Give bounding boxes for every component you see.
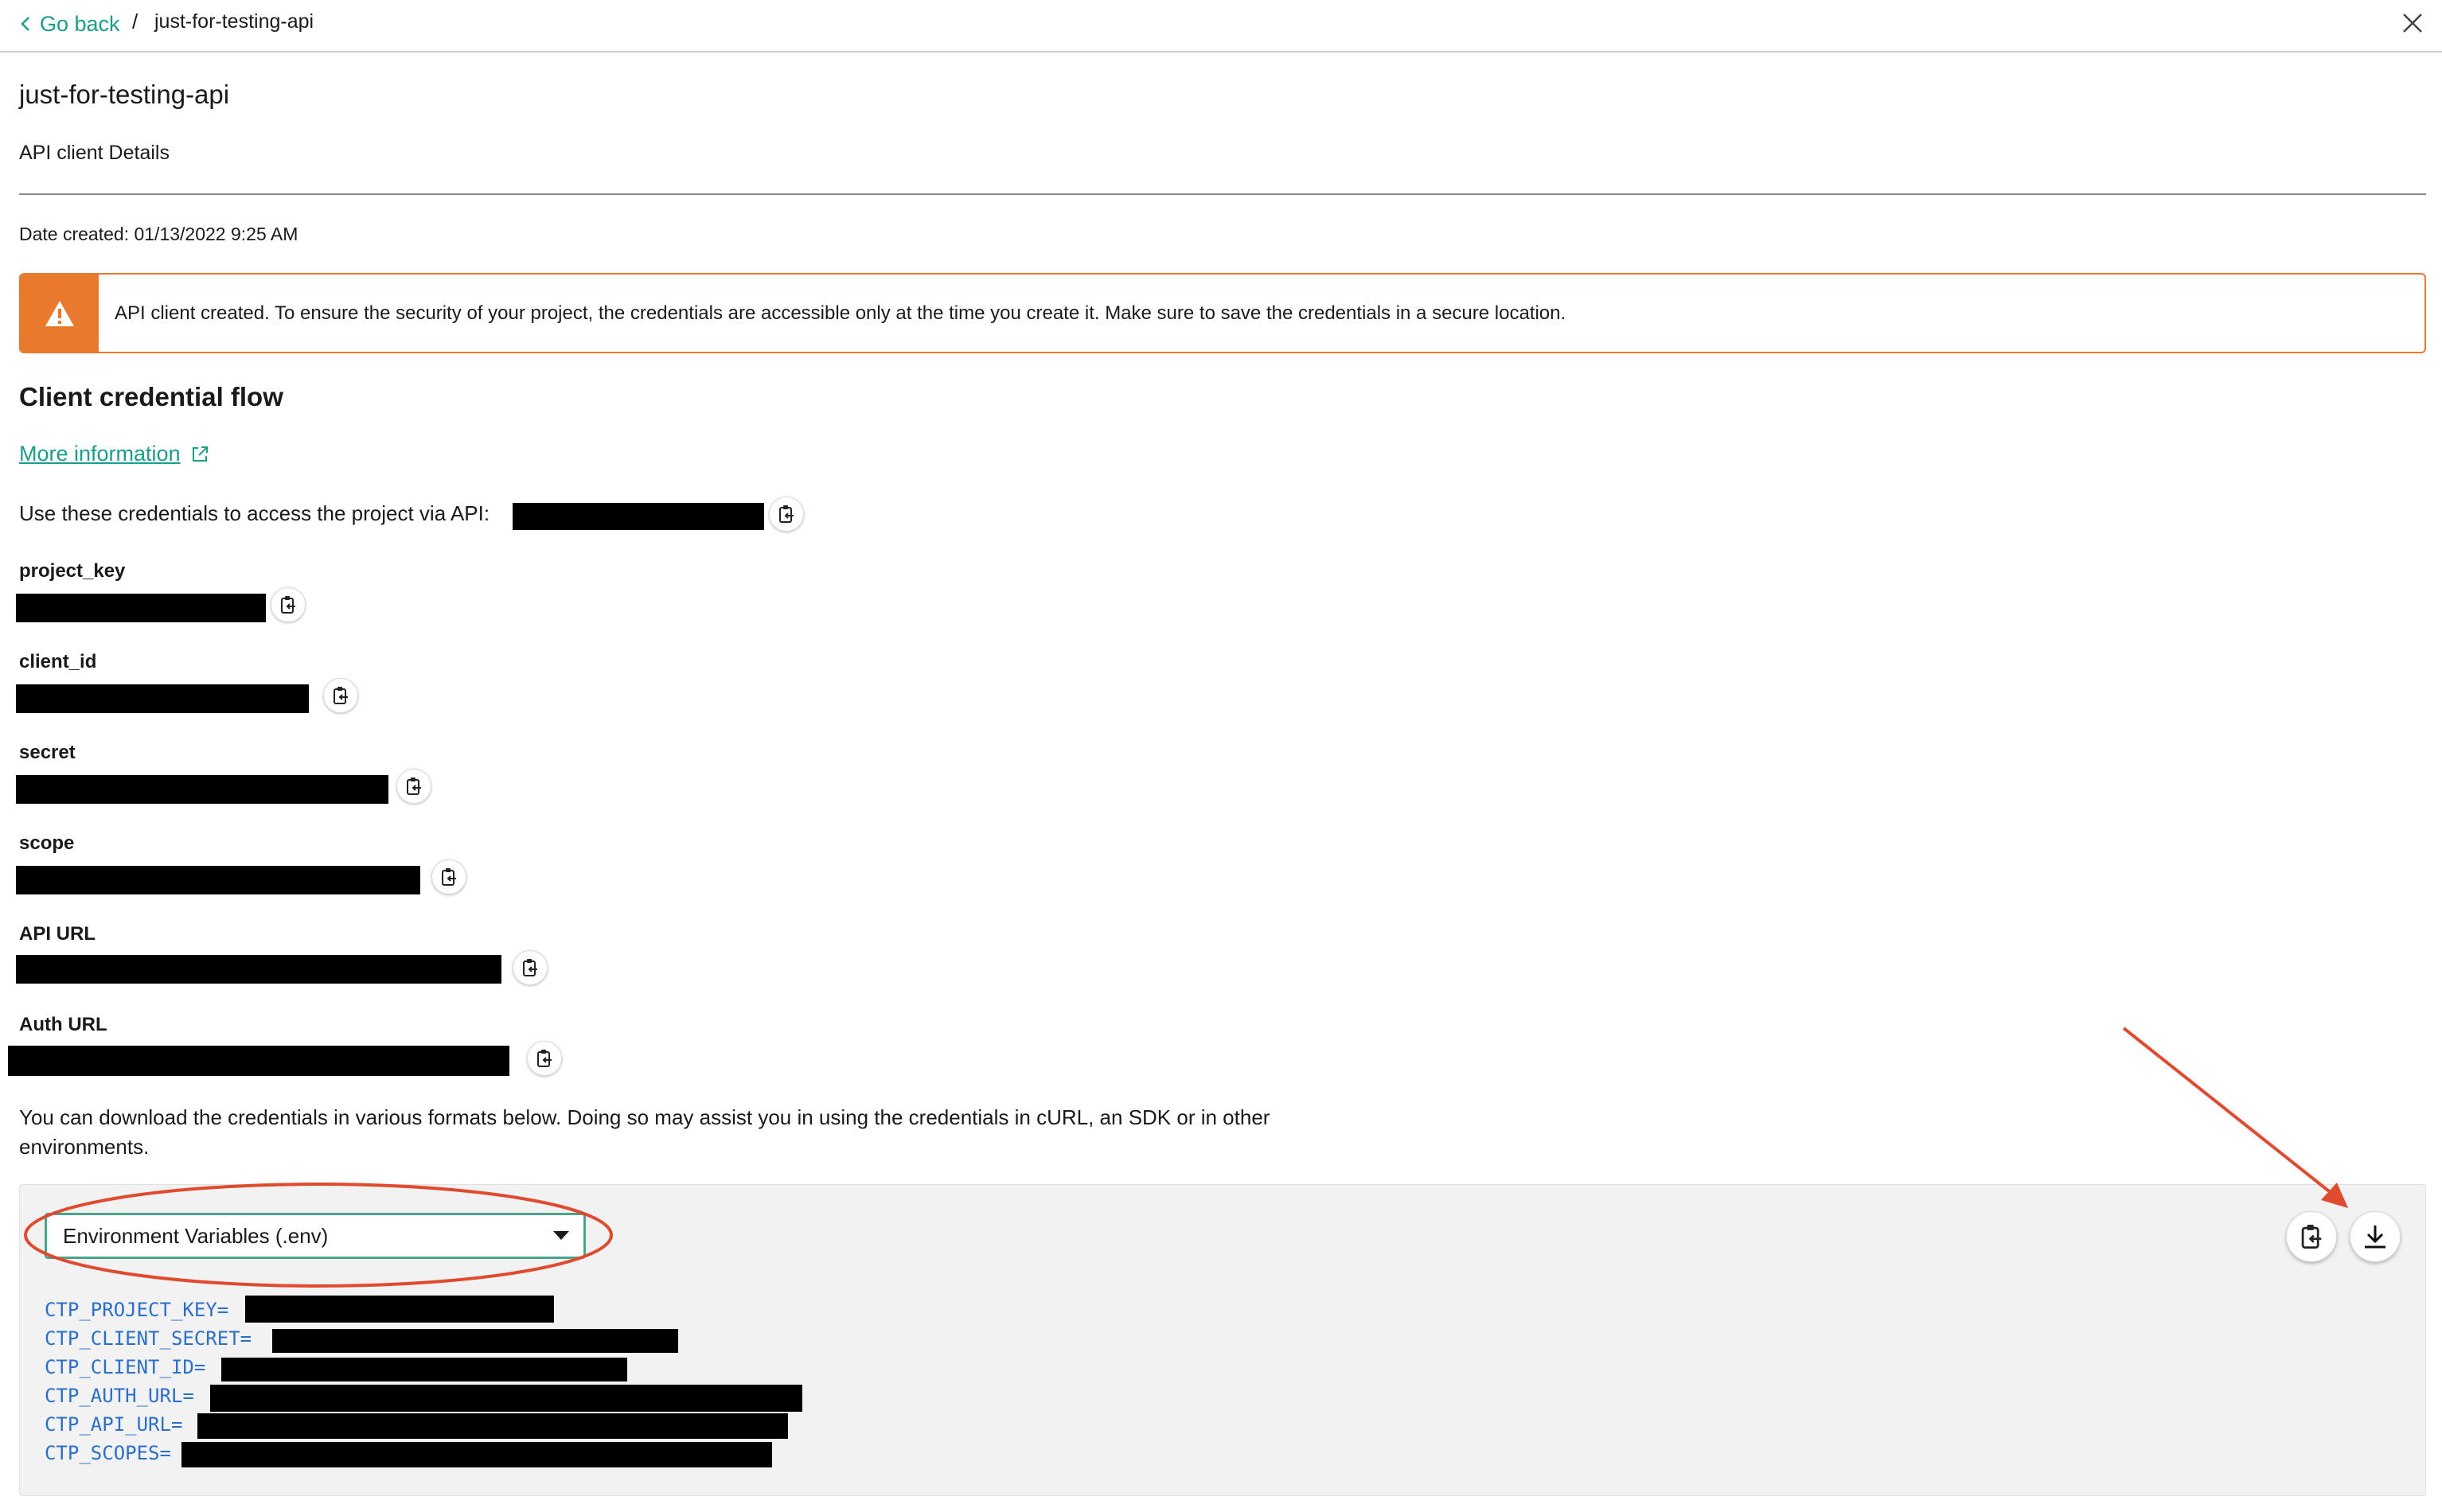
env-line-client-id: CTP_CLIENT_ID=	[45, 1356, 206, 1378]
field-label-scope: scope	[19, 832, 75, 854]
clipboard-copy-icon	[2301, 1225, 2322, 1249]
warning-icon	[45, 300, 74, 326]
download-description: You can download the credentials in vari…	[19, 1105, 1270, 1159]
copy-secret-button[interactable]	[396, 769, 431, 804]
alert-text: API client created. To ensure the securi…	[115, 302, 1566, 324]
field-label-secret: secret	[19, 742, 76, 763]
format-select-value: Environment Variables (.env)	[63, 1223, 329, 1248]
clipboard-copy-icon	[779, 505, 794, 523]
copy-scope-button[interactable]	[431, 859, 466, 894]
redacted-env-client-id	[221, 1358, 627, 1381]
use-credentials-text: Use these credentials to access the proj…	[19, 501, 490, 525]
top-bar: Go back / just-for-testing-api	[0, 0, 2442, 53]
page-title: just-for-testing-api	[19, 80, 230, 109]
field-label-api-url: API URL	[19, 923, 96, 945]
redacted-env-project-key	[245, 1296, 554, 1323]
more-information-label: More information	[19, 442, 181, 466]
env-line-scopes: CTP_SCOPES=	[45, 1442, 171, 1464]
copy-api-url-button[interactable]	[513, 950, 548, 985]
divider	[19, 193, 2426, 195]
breadcrumb-separator: /	[132, 10, 138, 33]
close-icon[interactable]	[2399, 10, 2426, 37]
section-heading: Client credential flow	[19, 382, 283, 411]
copy-all-button[interactable]	[2286, 1211, 2337, 1262]
more-information-link[interactable]: More information	[19, 442, 209, 466]
caret-down-icon	[553, 1231, 569, 1240]
redacted-secret	[16, 775, 388, 804]
redacted-env-client-secret	[272, 1329, 678, 1353]
go-back-label: Go back	[40, 11, 120, 36]
field-label-project-key: project_key	[19, 560, 126, 582]
field-label-auth-url: Auth URL	[19, 1014, 107, 1035]
redacted-auth-url	[8, 1046, 509, 1076]
clipboard-copy-icon	[442, 868, 456, 886]
format-select[interactable]: Environment Variables (.env)	[45, 1213, 586, 1259]
clipboard-copy-icon	[407, 777, 421, 795]
env-line-auth-url: CTP_AUTH_URL=	[45, 1385, 194, 1407]
external-link-icon	[192, 446, 208, 462]
breadcrumb-current: just-for-testing-api	[154, 10, 314, 33]
warning-icon-box	[21, 275, 99, 352]
annotation-arrow-line	[2122, 1027, 2342, 1202]
go-back-link[interactable]: Go back	[21, 8, 120, 40]
clipboard-copy-icon	[537, 1050, 552, 1067]
redacted-env-auth-url	[210, 1385, 802, 1412]
env-line-project-key: CTP_PROJECT_KEY=	[45, 1299, 229, 1321]
clipboard-copy-icon	[334, 687, 348, 704]
page-subtitle: API client Details	[19, 142, 170, 164]
env-line-api-url: CTP_API_URL=	[45, 1413, 183, 1436]
chevron-left-icon	[21, 17, 29, 31]
warning-alert: API client created. To ensure the securi…	[19, 273, 2426, 353]
copy-auth-url-button[interactable]	[527, 1041, 562, 1076]
date-created: Date created: 01/13/2022 9:25 AM	[19, 224, 298, 244]
clipboard-copy-icon	[281, 596, 295, 614]
redacted-env-scopes	[181, 1442, 772, 1467]
env-line-client-secret: CTP_CLIENT_SECRET=	[45, 1327, 252, 1350]
copy-client-id-button[interactable]	[323, 678, 358, 713]
redacted-client-id	[16, 684, 309, 713]
copy-project-key-button[interactable]	[271, 587, 306, 622]
redacted-api-url	[16, 955, 501, 984]
redacted-scope	[16, 866, 420, 894]
redacted-scope-value	[513, 503, 764, 530]
clipboard-copy-icon	[523, 959, 537, 976]
redacted-project-key	[16, 594, 266, 622]
redacted-env-api-url	[197, 1413, 788, 1439]
download-icon	[2365, 1226, 2385, 1249]
field-label-client-id: client_id	[19, 651, 97, 672]
copy-button[interactable]	[769, 497, 804, 532]
download-button[interactable]	[2350, 1211, 2401, 1262]
